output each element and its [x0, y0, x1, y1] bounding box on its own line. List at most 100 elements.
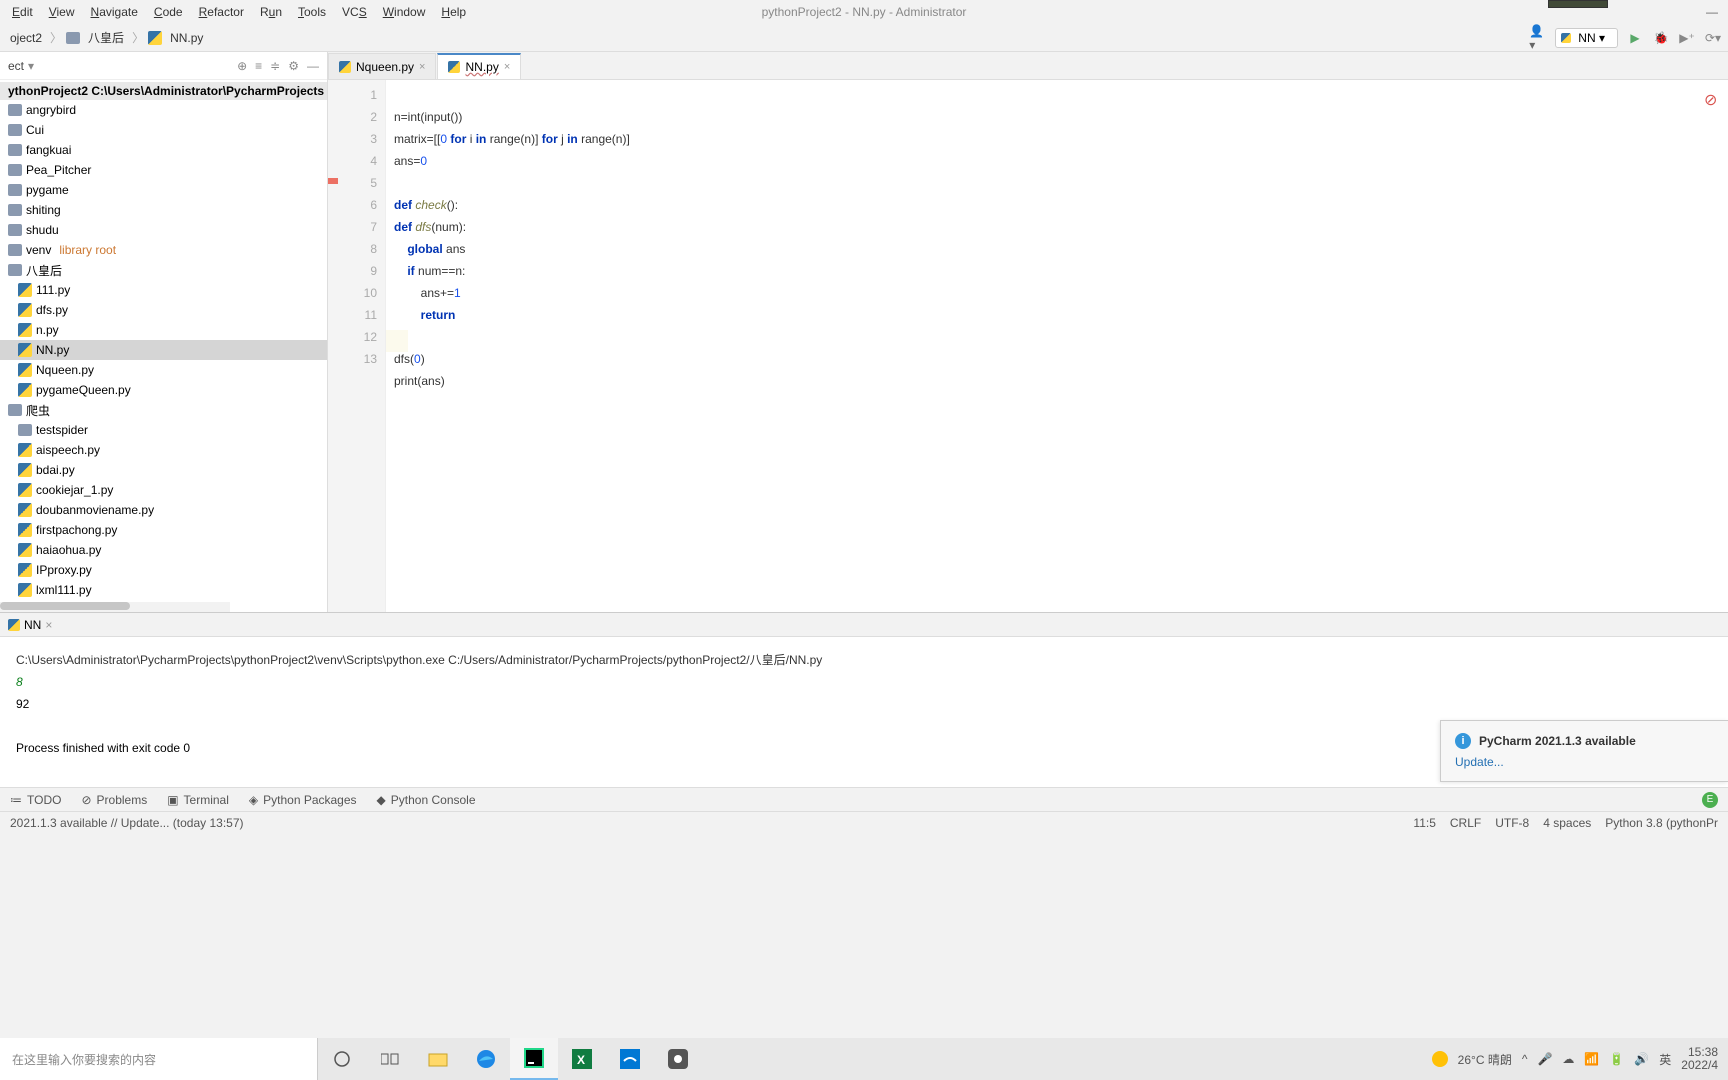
task-view-icon[interactable] [366, 1038, 414, 1080]
tree-file[interactable]: haiaohua.py [0, 540, 327, 560]
project-root-row[interactable]: ythonProject2 C:\Users\Administrator\Pyc… [0, 82, 327, 100]
excel-icon[interactable]: X [558, 1038, 606, 1080]
clock-date[interactable]: 2022/4 [1681, 1059, 1718, 1072]
update-link[interactable]: Update... [1455, 755, 1714, 769]
indent-setting[interactable]: 4 spaces [1543, 816, 1591, 830]
close-icon[interactable]: × [504, 61, 510, 73]
todo-button[interactable]: ≔ TODO [10, 793, 61, 807]
run-tab-label[interactable]: NN [24, 618, 41, 632]
folder-icon [8, 124, 22, 136]
edge-icon[interactable] [462, 1038, 510, 1080]
cortana-icon[interactable] [318, 1038, 366, 1080]
file-encoding[interactable]: UTF-8 [1495, 816, 1529, 830]
expand-icon[interactable]: ≡ [255, 59, 262, 73]
locate-icon[interactable]: ⊕ [237, 59, 247, 73]
tab-nqueen[interactable]: Nqueen.py × [328, 53, 436, 79]
python-interpreter[interactable]: Python 3.8 (pythonPr [1605, 816, 1718, 830]
project-tool-title[interactable]: ect [8, 59, 24, 73]
weather-icon[interactable] [1432, 1051, 1448, 1067]
menu-view[interactable]: View [41, 3, 83, 21]
debug-button[interactable]: 🐞 [1652, 29, 1670, 47]
menu-run[interactable]: Run [252, 3, 290, 21]
menu-tools[interactable]: Tools [290, 3, 334, 21]
minimize-button[interactable]: — [1706, 5, 1718, 19]
tree-folder[interactable]: pygame [0, 180, 327, 200]
error-indicator-icon[interactable]: ⊘ [1704, 90, 1718, 104]
tree-folder[interactable]: shudu [0, 220, 327, 240]
network-icon[interactable]: 📶 [1584, 1052, 1599, 1066]
tree-file[interactable]: NN.py [0, 340, 327, 360]
ime-indicator[interactable]: 英 [1659, 1051, 1671, 1068]
terminal-button[interactable]: ▣ Terminal [167, 793, 229, 807]
breadcrumb-root[interactable]: oject2 [6, 29, 46, 47]
weather-text[interactable]: 26°C 晴朗 [1458, 1051, 1512, 1068]
horizontal-scrollbar[interactable] [0, 602, 230, 612]
code-content[interactable]: n=int(input()) matrix=[[0 for i in range… [386, 80, 1728, 612]
pycharm-icon[interactable] [510, 1038, 558, 1080]
menu-edit[interactable]: Edit [4, 3, 41, 21]
tree-folder[interactable]: 八皇后 [0, 260, 327, 280]
tree-file[interactable]: doubanmoviename.py [0, 500, 327, 520]
status-message[interactable]: 2021.1.3 available // Update... (today 1… [10, 816, 244, 830]
close-icon[interactable]: × [419, 61, 425, 73]
performance-chart-icon[interactable] [1548, 0, 1608, 8]
tree-folder[interactable]: Pea_Pitcher [0, 160, 327, 180]
windows-search-input[interactable]: 在这里输入你要搜索的内容 [0, 1038, 318, 1080]
tree-file[interactable]: cookiejar_1.py [0, 480, 327, 500]
tree-folder[interactable]: Cui [0, 120, 327, 140]
run-config-selector[interactable]: NN ▾ [1555, 28, 1618, 48]
line-ending[interactable]: CRLF [1450, 816, 1481, 830]
menu-code[interactable]: Code [146, 3, 191, 21]
close-icon[interactable]: × [45, 618, 52, 632]
volume-icon[interactable]: 🔊 [1634, 1052, 1649, 1066]
tree-file[interactable]: dfs.py [0, 300, 327, 320]
tree-folder[interactable]: angrybird [0, 100, 327, 120]
breadcrumb-file[interactable]: NN.py [166, 29, 207, 47]
tree-file[interactable]: 111.py [0, 280, 327, 300]
collapse-icon[interactable]: ≑ [270, 59, 280, 73]
chevron-down-icon[interactable]: ▾ [28, 59, 34, 73]
menu-help[interactable]: Help [433, 3, 474, 21]
menu-refactor[interactable]: Refactor [191, 3, 252, 21]
tree-file[interactable]: Nqueen.py [0, 360, 327, 380]
tree-folder[interactable]: 爬虫 [0, 400, 327, 420]
code-editor[interactable]: 12345678910111213 n=int(input()) matrix=… [328, 80, 1728, 612]
file-explorer-icon[interactable] [414, 1038, 462, 1080]
app-icon[interactable] [606, 1038, 654, 1080]
tab-nn[interactable]: NN.py × [437, 53, 521, 79]
tree-file[interactable]: bdai.py [0, 460, 327, 480]
tree-folder[interactable]: testspider [0, 420, 327, 440]
tree-folder[interactable]: shiting [0, 200, 327, 220]
tree-file[interactable]: lxml111.py [0, 580, 327, 600]
tree-file[interactable]: firstpachong.py [0, 520, 327, 540]
microphone-icon[interactable]: 🎤 [1537, 1052, 1552, 1066]
menu-vcs[interactable]: VCS [334, 3, 375, 21]
tree-file[interactable]: aispeech.py [0, 440, 327, 460]
tree-file[interactable]: n.py [0, 320, 327, 340]
tree-file[interactable]: IPproxy.py [0, 560, 327, 580]
breadcrumb-folder[interactable]: 八皇后 [84, 27, 128, 48]
onedrive-icon[interactable]: ☁ [1562, 1052, 1574, 1066]
tree-folder[interactable]: venvlibrary root [0, 240, 327, 260]
update-notification[interactable]: i PyCharm 2021.1.3 available Update... [1440, 720, 1728, 782]
run-button[interactable]: ▶ [1626, 29, 1644, 47]
cursor-position[interactable]: 11:5 [1413, 816, 1435, 830]
more-run-icon[interactable]: ⟳▾ [1704, 29, 1722, 47]
battery-icon[interactable]: 🔋 [1609, 1052, 1624, 1066]
python-packages-button[interactable]: ◈ Python Packages [249, 793, 357, 807]
coverage-button[interactable]: ▶⁺ [1678, 29, 1696, 47]
user-icon[interactable]: 👤▾ [1529, 29, 1547, 47]
hide-icon[interactable]: — [307, 59, 319, 73]
problems-button[interactable]: ⊘ Problems [81, 793, 147, 807]
menu-window[interactable]: Window [375, 3, 434, 21]
settings-icon[interactable]: ⚙ [288, 59, 299, 73]
tree-item-label: dfs.py [36, 303, 68, 317]
app2-icon[interactable] [654, 1038, 702, 1080]
python-console-button[interactable]: ◆ Python Console [377, 793, 476, 807]
menu-navigate[interactable]: Navigate [83, 3, 146, 21]
tray-chevron-icon[interactable]: ^ [1522, 1052, 1528, 1066]
event-log-badge[interactable]: E [1702, 792, 1718, 808]
tree-folder[interactable]: fangkuai [0, 140, 327, 160]
project-tree[interactable]: ythonProject2 C:\Users\Administrator\Pyc… [0, 80, 327, 612]
tree-file[interactable]: pygameQueen.py [0, 380, 327, 400]
